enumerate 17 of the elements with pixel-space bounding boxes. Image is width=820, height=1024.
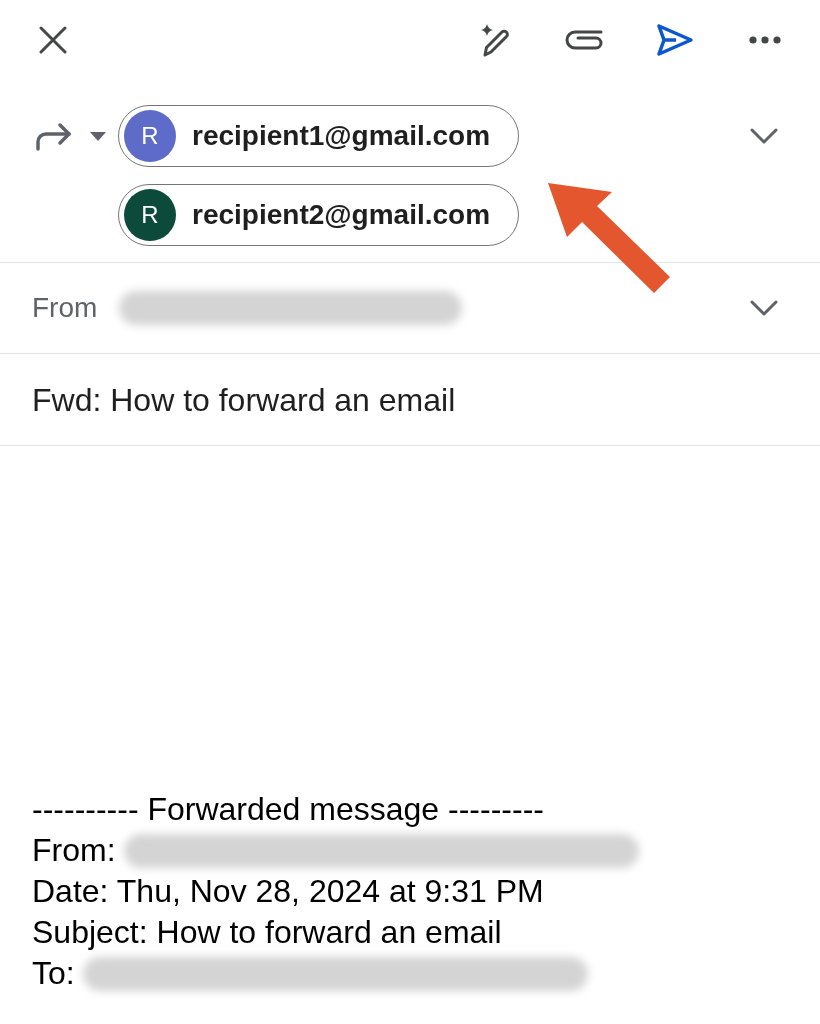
caret-icon[interactable] xyxy=(90,131,106,141)
close-icon[interactable] xyxy=(39,26,67,54)
from-label: From xyxy=(32,291,98,325)
more-icon[interactable] xyxy=(749,36,781,44)
chevron-down-icon[interactable] xyxy=(750,300,778,316)
avatar: R xyxy=(124,110,176,162)
send-icon[interactable] xyxy=(656,23,694,57)
chevron-down-icon[interactable] xyxy=(750,128,778,144)
paperclip-icon[interactable] xyxy=(565,29,605,51)
forwarded-line: To: xyxy=(32,954,75,993)
forwarded-line: Date: Thu, Nov 28, 2024 at 9:31 PM xyxy=(32,872,544,911)
forwarded-line: From: xyxy=(32,831,116,870)
subject-field[interactable]: Fwd: How to forward an email xyxy=(32,375,456,424)
forwarded-line: Subject: How to forward an email xyxy=(32,913,502,952)
forwarded-header: ---------- Forwarded message --------- xyxy=(32,790,544,829)
avatar: R xyxy=(124,189,176,241)
forward-arrow-icon xyxy=(35,121,73,151)
